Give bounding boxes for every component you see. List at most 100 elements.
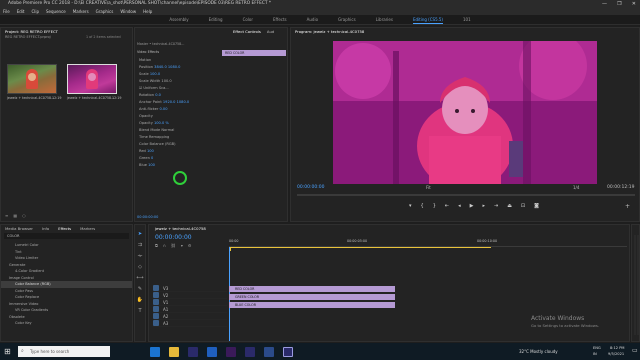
timeline-tab[interactable]: jewelz + technical-4C0758: [149, 225, 629, 232]
menu-help[interactable]: Help: [143, 8, 152, 15]
lock-icon[interactable]: [153, 306, 159, 312]
tab-effects[interactable]: Effects: [58, 225, 71, 232]
minimize-button[interactable]: —: [602, 0, 607, 8]
project-tab[interactable]: Project: REG RETRO EFFECT: [1, 28, 132, 35]
clip-blue-color[interactable]: BLUE COLOR: [229, 302, 395, 308]
lock-icon[interactable]: [153, 320, 159, 326]
settings-wrench-icon[interactable]: ⚙: [188, 243, 192, 248]
blue-value[interactable]: 100: [148, 163, 155, 167]
workspace-libraries[interactable]: Libraries: [376, 15, 393, 24]
program-scrubber[interactable]: [297, 194, 635, 196]
menu-file[interactable]: File: [3, 8, 10, 15]
go-to-in-icon[interactable]: ⇤: [445, 203, 449, 209]
edge-icon[interactable]: [207, 347, 217, 357]
opacity-value[interactable]: 100.0 %: [154, 121, 169, 125]
file-explorer-icon[interactable]: [169, 347, 179, 357]
linked-select-icon[interactable]: ⛓: [171, 243, 176, 248]
program-video-frame[interactable]: [333, 41, 597, 184]
step-forward-icon[interactable]: ▸: [482, 203, 485, 209]
clock-time[interactable]: 8:12 PM: [610, 346, 624, 350]
fx-row-color-balance[interactable]: Color Balance (RGB): [135, 141, 221, 148]
ripple-edit-tool-icon[interactable]: ⟛: [138, 253, 143, 259]
scale-value[interactable]: 100.0: [150, 72, 160, 76]
razor-tool-icon[interactable]: ◇: [138, 264, 142, 270]
zoom-fit-select[interactable]: Fit: [426, 185, 431, 190]
extract-icon[interactable]: ⊡: [521, 203, 525, 209]
blend-mode-select[interactable]: Normal: [161, 128, 174, 132]
clip-red-color[interactable]: RED COLOR: [229, 286, 395, 292]
selection-tool-icon[interactable]: ➤: [138, 231, 142, 237]
fx-row-motion[interactable]: Motion: [135, 57, 221, 64]
menu-graphics[interactable]: Graphics: [96, 8, 114, 15]
anchor-point-value[interactable]: 1920.0 1080.0: [163, 100, 189, 104]
export-frame-icon[interactable]: ◙: [534, 203, 539, 209]
tab-audio[interactable]: Aud: [267, 28, 274, 35]
close-button[interactable]: ✕: [632, 0, 636, 8]
tab-info[interactable]: Info: [42, 225, 49, 232]
effects-search-input[interactable]: COLOR: [4, 233, 129, 239]
media-encoder-icon[interactable]: [245, 347, 255, 357]
region-label[interactable]: IN: [593, 352, 597, 356]
add-button-icon[interactable]: +: [625, 203, 630, 210]
timeline-timecode[interactable]: 00:00:00:00: [155, 234, 192, 241]
taskbar-search-input[interactable]: ⌕ Type here to search: [18, 346, 110, 357]
weather-widget[interactable]: 32°C Mostly cloudy: [519, 349, 558, 354]
workspace-audio[interactable]: Audio: [307, 15, 318, 24]
add-marker-icon[interactable]: ▾: [181, 243, 183, 248]
icon-view-icon[interactable]: ▦: [13, 213, 17, 219]
track-select-tool-icon[interactable]: ⇉: [138, 242, 142, 248]
program-timecode[interactable]: 00:00:00:00: [297, 185, 324, 190]
menu-edit[interactable]: Edit: [17, 8, 25, 15]
mark-out-icon[interactable]: }: [433, 203, 436, 209]
workspace-101[interactable]: 101: [463, 15, 471, 24]
lock-icon[interactable]: [153, 299, 159, 305]
windows-start-icon[interactable]: ⊞: [4, 347, 11, 356]
green-value[interactable]: 0: [151, 156, 153, 160]
slip-tool-icon[interactable]: ⟷: [136, 275, 143, 281]
resolution-select[interactable]: 1/4: [573, 185, 579, 190]
clip-green-color[interactable]: GREEN COLOR: [229, 294, 395, 300]
after-effects-icon[interactable]: [226, 347, 236, 357]
fx-row-opacity-group[interactable]: Opacity: [135, 113, 221, 120]
anti-flicker-value[interactable]: 0.00: [159, 107, 167, 111]
position-value[interactable]: 3840.0 1080.0: [154, 65, 180, 69]
notification-icon[interactable]: ▭: [632, 347, 638, 354]
language-label[interactable]: ENG: [593, 346, 601, 350]
snap-icon[interactable]: ∩: [163, 243, 166, 248]
mark-in-icon[interactable]: {: [421, 203, 424, 209]
go-to-out-icon[interactable]: ⇥: [494, 203, 498, 209]
lock-icon[interactable]: [153, 313, 159, 319]
premiere-active-icon[interactable]: [283, 347, 293, 357]
clip-thumbnail-pink[interactable]: [67, 64, 117, 94]
rotation-value[interactable]: 0.0: [155, 93, 161, 97]
nest-icon[interactable]: ⧉: [155, 243, 158, 248]
workspace-graphics[interactable]: Graphics: [338, 15, 356, 24]
workspace-editing[interactable]: Editing: [209, 15, 223, 24]
type-tool-icon[interactable]: T: [138, 308, 141, 314]
premiere-icon[interactable]: [188, 347, 198, 357]
pen-tool-icon[interactable]: ✎: [138, 286, 142, 292]
timeline-ruler[interactable]: 00:00 00:00:05:00 00:00:10:00: [229, 237, 627, 247]
menu-sequence[interactable]: Sequence: [46, 8, 66, 15]
menu-window[interactable]: Window: [120, 8, 136, 15]
list-view-icon[interactable]: ≡: [5, 213, 8, 219]
workspace-effects[interactable]: Effects: [273, 15, 287, 24]
fx-row-time-remapping[interactable]: Time Remapping: [135, 134, 221, 141]
workspace-color[interactable]: Color: [243, 15, 253, 24]
workspace-assembly[interactable]: Assembly: [169, 15, 188, 24]
task-view-icon[interactable]: [150, 347, 160, 357]
effect-item[interactable]: Color Key: [1, 320, 132, 327]
zoom-slider-icon[interactable]: ○: [22, 213, 26, 219]
photoshop-icon[interactable]: [264, 347, 274, 357]
add-marker-icon[interactable]: ▾: [409, 203, 412, 209]
maximize-button[interactable]: ❐: [617, 0, 621, 8]
tab-media-browser[interactable]: Media Browser: [5, 225, 33, 232]
program-tab[interactable]: Program: jewelz + technical-4C0758: [291, 28, 639, 35]
hand-tool-icon[interactable]: ✋: [137, 297, 143, 303]
tab-effect-controls[interactable]: Effect Controls: [233, 28, 261, 35]
fx-row-uniform-scale[interactable]: ☑ Uniform Sca...: [135, 85, 221, 92]
clock-date[interactable]: 9/5/2021: [608, 352, 624, 356]
play-icon[interactable]: ▶: [470, 203, 474, 209]
red-value[interactable]: 100: [147, 149, 154, 153]
tab-markers[interactable]: Markers: [80, 225, 95, 232]
